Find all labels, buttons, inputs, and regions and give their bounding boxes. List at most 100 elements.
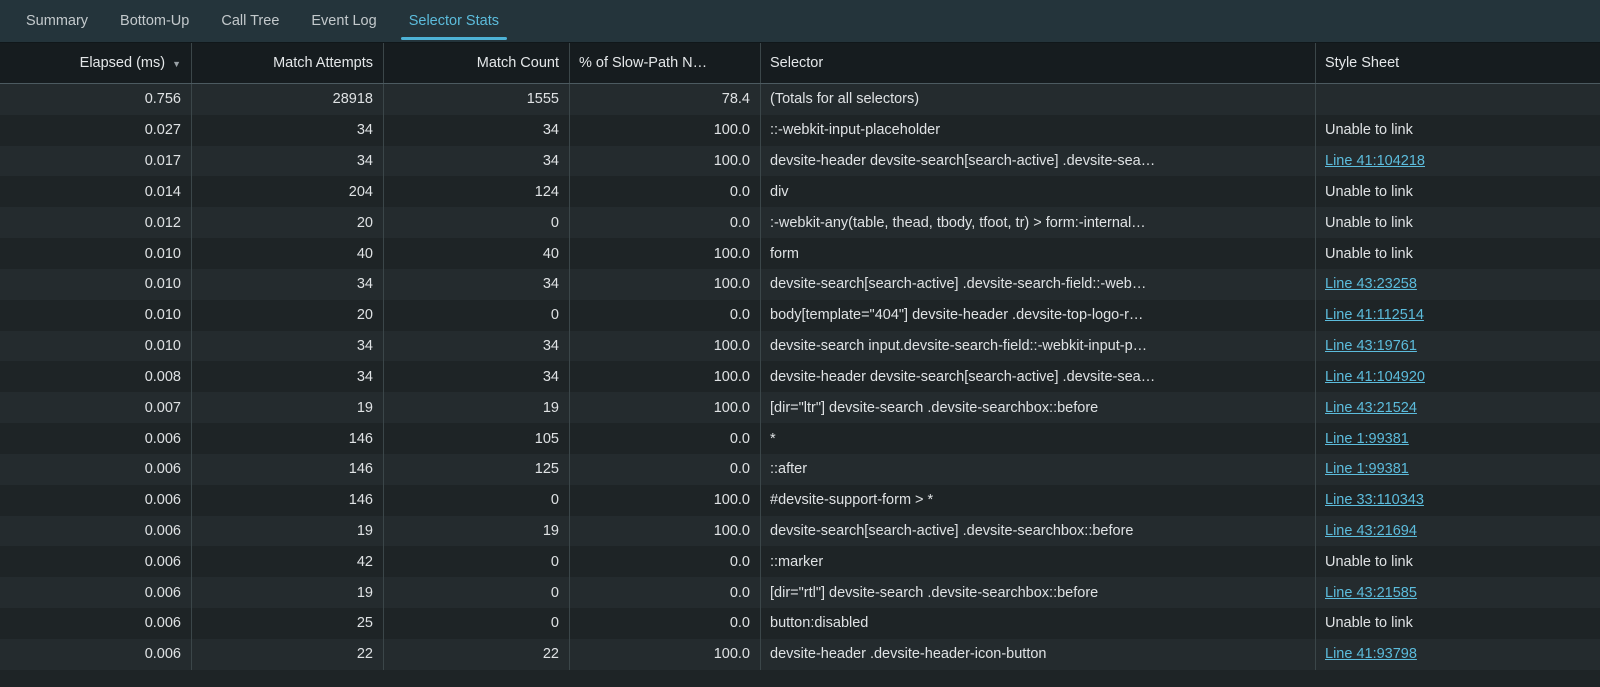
tab-event-log[interactable]: Event Log bbox=[309, 0, 378, 42]
table-row[interactable]: 0.0142041240.0divUnable to link bbox=[0, 176, 1600, 207]
match-count-cell: 0 bbox=[384, 485, 570, 516]
table-row[interactable]: 0.0122000.0:-webkit-any(table, thead, tb… bbox=[0, 207, 1600, 238]
match-count-cell: 34 bbox=[384, 331, 570, 362]
column-header-match-count[interactable]: Match Count bbox=[384, 43, 570, 83]
slow-path-percent-cell: 100.0 bbox=[570, 361, 761, 392]
table-row[interactable]: 0.0173434100.0devsite-header devsite-sea… bbox=[0, 146, 1600, 177]
selector-cell: devsite-header .devsite-header-icon-butt… bbox=[761, 639, 1316, 670]
match-count-cell: 34 bbox=[384, 361, 570, 392]
tab-call-tree[interactable]: Call Tree bbox=[219, 0, 281, 42]
table-body: 0.75628918155578.4(Totals for all select… bbox=[0, 84, 1600, 670]
column-header-elapsed[interactable]: Elapsed (ms) ▼ bbox=[0, 43, 192, 83]
table-row[interactable]: 0.0061461050.0*Line 1:99381 bbox=[0, 423, 1600, 454]
slow-path-percent-cell: 100.0 bbox=[570, 115, 761, 146]
style-sheet-link[interactable]: Line 41:112514 bbox=[1325, 307, 1424, 323]
style-sheet-link[interactable]: Line 1:99381 bbox=[1325, 461, 1409, 477]
table-row[interactable]: 0.0062222100.0devsite-header .devsite-he… bbox=[0, 639, 1600, 670]
style-sheet-cell: Line 43:23258 bbox=[1316, 269, 1600, 300]
match-attempts-cell: 34 bbox=[192, 269, 384, 300]
style-sheet-link[interactable]: Line 43:21694 bbox=[1325, 523, 1417, 539]
elapsed-cell: 0.006 bbox=[0, 546, 192, 577]
style-sheet-unlinkable-label: Unable to link bbox=[1325, 554, 1413, 570]
elapsed-cell: 0.010 bbox=[0, 331, 192, 362]
table-row[interactable]: 0.0061460100.0#devsite-support-form > *L… bbox=[0, 485, 1600, 516]
style-sheet-cell: Unable to link bbox=[1316, 176, 1600, 207]
style-sheet-link[interactable]: Line 43:21585 bbox=[1325, 585, 1417, 601]
column-header-match-attempts[interactable]: Match Attempts bbox=[192, 43, 384, 83]
elapsed-cell: 0.014 bbox=[0, 176, 192, 207]
match-count-cell: 0 bbox=[384, 608, 570, 639]
elapsed-cell: 0.008 bbox=[0, 361, 192, 392]
style-sheet-cell: Line 1:99381 bbox=[1316, 423, 1600, 454]
elapsed-cell: 0.006 bbox=[0, 423, 192, 454]
match-attempts-cell: 25 bbox=[192, 608, 384, 639]
slow-path-percent-cell: 0.0 bbox=[570, 608, 761, 639]
elapsed-cell: 0.006 bbox=[0, 516, 192, 547]
slow-path-percent-cell: 100.0 bbox=[570, 146, 761, 177]
table-row[interactable]: 0.0064200.0::markerUnable to link bbox=[0, 546, 1600, 577]
column-header-style-sheet[interactable]: Style Sheet bbox=[1316, 43, 1600, 83]
style-sheet-cell bbox=[1316, 84, 1600, 115]
selector-cell: devsite-search input.devsite-search-fiel… bbox=[761, 331, 1316, 362]
tab-summary[interactable]: Summary bbox=[24, 0, 90, 42]
column-header-slow-path[interactable]: % of Slow-Path N… bbox=[570, 43, 761, 83]
slow-path-percent-cell: 0.0 bbox=[570, 546, 761, 577]
style-sheet-cell: Line 43:21694 bbox=[1316, 516, 1600, 547]
match-attempts-cell: 34 bbox=[192, 361, 384, 392]
match-attempts-cell: 20 bbox=[192, 207, 384, 238]
elapsed-cell: 0.006 bbox=[0, 454, 192, 485]
selector-cell: ::after bbox=[761, 454, 1316, 485]
panel-tabbar: Summary Bottom-Up Call Tree Event Log Se… bbox=[0, 0, 1600, 43]
selector-cell: devsite-search[search-active] .devsite-s… bbox=[761, 516, 1316, 547]
match-count-cell: 34 bbox=[384, 146, 570, 177]
style-sheet-link[interactable]: Line 43:19761 bbox=[1325, 338, 1417, 354]
tab-selector-stats[interactable]: Selector Stats bbox=[407, 0, 501, 42]
style-sheet-cell: Line 33:110343 bbox=[1316, 485, 1600, 516]
slow-path-percent-cell: 78.4 bbox=[570, 84, 761, 115]
tab-bottom-up[interactable]: Bottom-Up bbox=[118, 0, 191, 42]
slow-path-percent-cell: 100.0 bbox=[570, 485, 761, 516]
match-attempts-cell: 34 bbox=[192, 115, 384, 146]
table-row[interactable]: 0.0273434100.0::-webkit-input-placeholde… bbox=[0, 115, 1600, 146]
style-sheet-link[interactable]: Line 43:21524 bbox=[1325, 400, 1417, 416]
slow-path-percent-cell: 100.0 bbox=[570, 392, 761, 423]
table-row[interactable]: 0.0062500.0button:disabledUnable to link bbox=[0, 608, 1600, 639]
table-row[interactable]: 0.0071919100.0[dir="ltr"] devsite-search… bbox=[0, 392, 1600, 423]
table-row[interactable]: 0.0061461250.0::afterLine 1:99381 bbox=[0, 454, 1600, 485]
style-sheet-link[interactable]: Line 43:23258 bbox=[1325, 276, 1417, 292]
selector-cell: div bbox=[761, 176, 1316, 207]
match-count-cell: 124 bbox=[384, 176, 570, 207]
table-row[interactable]: 0.0061900.0[dir="rtl"] devsite-search .d… bbox=[0, 577, 1600, 608]
table-row[interactable]: 0.0103434100.0devsite-search[search-acti… bbox=[0, 269, 1600, 300]
style-sheet-link[interactable]: Line 33:110343 bbox=[1325, 492, 1424, 508]
match-attempts-cell: 146 bbox=[192, 485, 384, 516]
column-header-selector[interactable]: Selector bbox=[761, 43, 1316, 83]
style-sheet-unlinkable-label: Unable to link bbox=[1325, 246, 1413, 262]
style-sheet-unlinkable-label: Unable to link bbox=[1325, 615, 1413, 631]
style-sheet-link[interactable]: Line 1:99381 bbox=[1325, 431, 1409, 447]
table-row[interactable]: 0.0083434100.0devsite-header devsite-sea… bbox=[0, 361, 1600, 392]
table-row[interactable]: 0.0102000.0body[template="404"] devsite-… bbox=[0, 300, 1600, 331]
table-row[interactable]: 0.0103434100.0devsite-search input.devsi… bbox=[0, 331, 1600, 362]
style-sheet-link[interactable]: Line 41:93798 bbox=[1325, 646, 1417, 662]
match-attempts-cell: 40 bbox=[192, 238, 384, 269]
match-count-cell: 0 bbox=[384, 546, 570, 577]
table-bottom-fill bbox=[0, 670, 1600, 687]
table-row[interactable]: 0.0061919100.0devsite-search[search-acti… bbox=[0, 516, 1600, 547]
table-row[interactable]: 0.0104040100.0formUnable to link bbox=[0, 238, 1600, 269]
match-count-cell: 105 bbox=[384, 423, 570, 454]
match-count-cell: 0 bbox=[384, 300, 570, 331]
slow-path-percent-cell: 0.0 bbox=[570, 207, 761, 238]
match-attempts-cell: 20 bbox=[192, 300, 384, 331]
table-row[interactable]: 0.75628918155578.4(Totals for all select… bbox=[0, 84, 1600, 115]
selector-stats-table: Elapsed (ms) ▼ Match Attempts Match Coun… bbox=[0, 43, 1600, 687]
selector-cell: [dir="ltr"] devsite-search .devsite-sear… bbox=[761, 392, 1316, 423]
style-sheet-link[interactable]: Line 41:104920 bbox=[1325, 369, 1425, 385]
style-sheet-cell: Line 43:19761 bbox=[1316, 331, 1600, 362]
slow-path-percent-cell: 0.0 bbox=[570, 454, 761, 485]
style-sheet-cell: Unable to link bbox=[1316, 238, 1600, 269]
elapsed-cell: 0.012 bbox=[0, 207, 192, 238]
match-attempts-cell: 34 bbox=[192, 146, 384, 177]
selector-cell: form bbox=[761, 238, 1316, 269]
style-sheet-link[interactable]: Line 41:104218 bbox=[1325, 153, 1425, 169]
